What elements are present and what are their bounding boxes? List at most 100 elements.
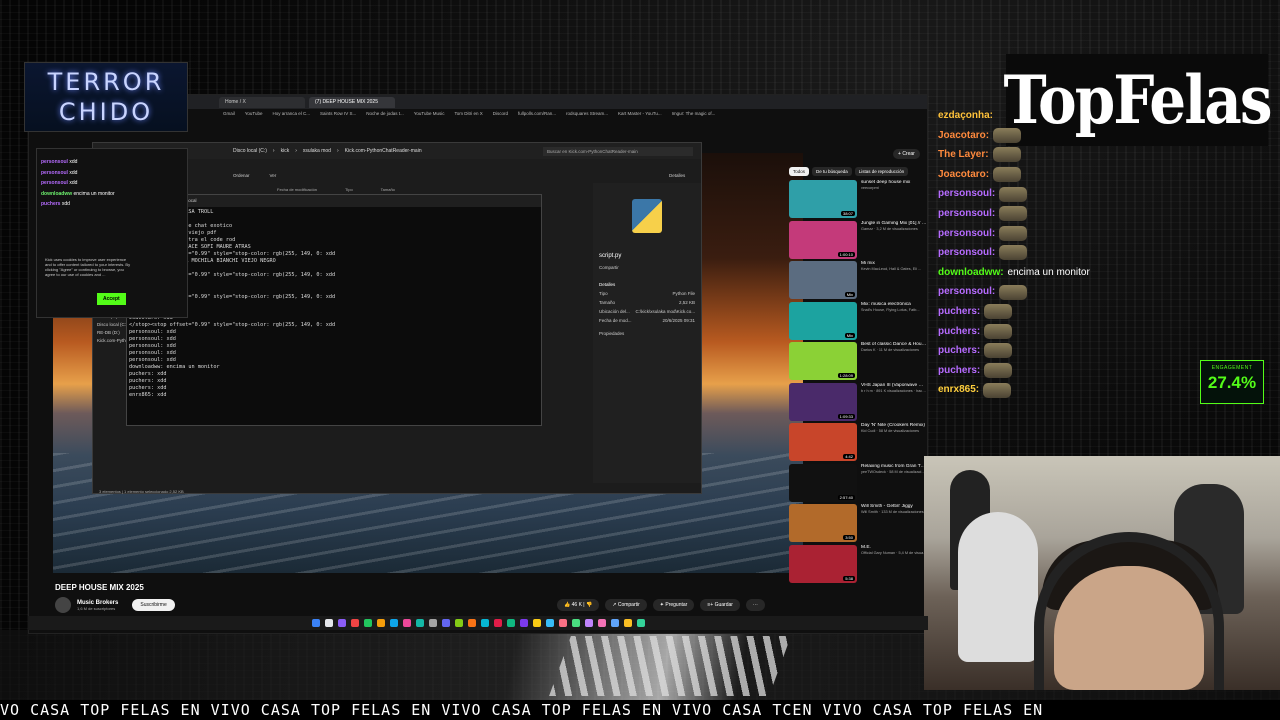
taskbar-app-icon[interactable]	[441, 619, 450, 627]
chat-username[interactable]: personsoul:	[938, 243, 995, 263]
thumbs-down-icon[interactable]: 👎	[586, 602, 592, 608]
chat-username[interactable]: personsoul	[41, 159, 68, 165]
bookmark-link[interactable]: YouTube	[245, 109, 263, 119]
more-button[interactable]: ⋯	[745, 599, 765, 611]
taskbar-app-icon[interactable]	[636, 619, 645, 627]
video-thumbnail[interactable]: 38:07	[789, 180, 857, 218]
recommendation-title[interactable]: VHS Japan III (Vaporwave Mix)	[861, 383, 927, 389]
chat-username[interactable]: personsoul:	[938, 184, 995, 204]
taskbar-app-icon[interactable]	[311, 619, 320, 627]
bookmark-link[interactable]: Tom Ditri en X	[454, 109, 482, 119]
breadcrumb-item[interactable]: xsulaka mod	[303, 148, 331, 154]
recommendation-item[interactable]: 2:57:40 Relaxing music from Gran Turismo …	[789, 463, 929, 504]
bookmark-link[interactable]: Discord	[493, 109, 508, 119]
bookmark-link[interactable]: YouTube Music	[414, 109, 445, 119]
taskbar-app-icon[interactable]	[467, 619, 476, 627]
bookmark-link[interactable]: Kart Master - YouTu...	[618, 109, 662, 119]
chat-username[interactable]: puchers	[41, 201, 60, 207]
chat-username[interactable]: personsoul:	[938, 204, 995, 224]
share-file-button[interactable]: Compartir	[599, 265, 695, 270]
recommendation-item[interactable]: 1:00:10 Jungle in Gaming Mix [01] // PS1,…	[789, 220, 929, 261]
taskbar-app-icon[interactable]	[428, 619, 437, 627]
taskbar-app-icon[interactable]	[493, 619, 502, 627]
chat-username[interactable]: puchers:	[938, 341, 980, 361]
recommendation-title[interactable]: Jungle in Gaming Mix [01] // PS1, N64, X…	[861, 221, 927, 227]
video-thumbnail[interactable]: 2:57:40	[789, 463, 857, 502]
chat-username[interactable]: puchers:	[938, 361, 980, 381]
breadcrumb-item[interactable]: kick	[281, 148, 290, 154]
bookmark-link[interactable]: Noche de jodas t...	[366, 109, 404, 119]
recommendation-item[interactable]: 1:28:09 Best of classic Dance & House 80s…	[789, 342, 929, 382]
taskbar-app-icon[interactable]	[584, 619, 593, 627]
accept-cookies-button[interactable]: Accept	[97, 293, 126, 305]
taskbar-app-icon[interactable]	[623, 619, 632, 627]
recommendation-item[interactable]: Mix Mi mix Kevin MacLeod, Hall & Oates, El…	[789, 261, 929, 301]
recommendation-item[interactable]: 4:42 Day 'N' Nite (Crookers Remix) Kid Cud…	[789, 423, 929, 463]
chat-username[interactable]: The Layer:	[938, 145, 989, 165]
taskbar-app-icon[interactable]	[389, 619, 398, 627]
recommendation-item[interactable]: 5:38 M.E. Official Gary Numan · 5,4 M de v…	[789, 544, 929, 585]
taskbar-app-icon[interactable]	[545, 619, 554, 627]
bookmark-link[interactable]: Imgur: The magic of...	[672, 109, 716, 119]
video-thumbnail[interactable]: 5:38	[789, 544, 857, 583]
breadcrumb-item[interactable]: Kick.com-PythonChatReader-main	[345, 148, 422, 154]
breadcrumb-item[interactable]: Disco local (C:)	[233, 148, 267, 154]
channel-name[interactable]: Music Brokers	[77, 600, 118, 606]
channel-avatar[interactable]	[55, 597, 71, 613]
chat-username[interactable]: enrx865:	[938, 380, 979, 400]
taskbar-app-icon[interactable]	[480, 619, 489, 627]
taskbar-app-icon[interactable]	[402, 619, 411, 627]
bookmark-link[interactable]: fullpolls.com/Ran...	[518, 109, 556, 119]
chat-username[interactable]: personsoul	[41, 170, 68, 176]
taskbar-app-icon[interactable]	[376, 619, 385, 627]
terminal-tab[interactable]: C:\Users\roll\AppData\Local	[127, 195, 541, 207]
chat-username[interactable]: personsoul	[41, 180, 68, 186]
column-date[interactable]: Fecha de modificación	[277, 187, 317, 192]
video-thumbnail[interactable]: 3:50	[789, 504, 857, 542]
save-button[interactable]: ≡+ Guardar	[700, 599, 740, 611]
chat-username[interactable]: puchers:	[938, 302, 980, 322]
video-thumbnail[interactable]: 1:09:33	[789, 382, 857, 421]
taskbar-app-icon[interactable]	[558, 619, 567, 627]
details-toggle[interactable]: Detalles	[669, 173, 685, 178]
chat-username[interactable]: Joacotaro:	[938, 165, 989, 185]
video-thumbnail[interactable]: Mix	[789, 261, 857, 299]
browser-tab[interactable]: Home / X	[219, 96, 305, 108]
recommendation-item[interactable]: 3:50 Will Smith - Gettin' Jiggy Will Smith…	[789, 504, 929, 544]
chat-username[interactable]: puchers:	[938, 322, 980, 342]
chat-username[interactable]: personsoul:	[938, 224, 995, 244]
recommendation-item[interactable]: 1:09:33 VHS Japan III (Vaporwave Mix) b r …	[789, 382, 929, 423]
taskbar-app-icon[interactable]	[350, 619, 359, 627]
taskbar-app-icon[interactable]	[506, 619, 515, 627]
like-button[interactable]: 👍 46 K | 👎	[557, 599, 600, 611]
chat-username[interactable]: downloadww	[41, 191, 72, 197]
chip-from-search[interactable]: De tu búsqueda	[812, 167, 852, 176]
taskbar-app-icon[interactable]	[415, 619, 424, 627]
video-thumbnail[interactable]: 4:42	[789, 423, 857, 461]
taskbar-app-icon[interactable]	[454, 619, 463, 627]
taskbar-app-icon[interactable]	[610, 619, 619, 627]
subscribe-button[interactable]: Suscribirme	[132, 599, 175, 611]
taskbar-app-icon[interactable]	[363, 619, 372, 627]
chat-username[interactable]: Joacotaro:	[938, 126, 989, 146]
column-size[interactable]: Tamaño	[381, 187, 395, 192]
sort-button[interactable]: Ordenar	[233, 173, 250, 178]
video-thumbnail[interactable]: Mix	[789, 301, 857, 340]
taskbar-app-icon[interactable]	[597, 619, 606, 627]
video-thumbnail[interactable]: 1:00:10	[789, 220, 857, 259]
taskbar-app-icon[interactable]	[571, 619, 580, 627]
chat-username[interactable]: ezdaçonha:	[938, 106, 993, 126]
bookmark-link[interactable]: Gmail	[223, 109, 235, 119]
chat-username[interactable]: personsoul:	[938, 282, 995, 302]
recommendation-title[interactable]: Relaxing music from Gran Turismo (#1)	[861, 464, 927, 470]
taskbar-app-icon[interactable]	[337, 619, 346, 627]
bookmark-link[interactable]: rodsquares Stream...	[566, 109, 608, 119]
bookmark-link[interactable]: Saints Row IV S...	[320, 109, 356, 119]
recommendation-item[interactable]: 38:07 sunset deep house mix veecorpmt	[789, 180, 929, 220]
taskbar-app-icon[interactable]	[519, 619, 528, 627]
properties-button[interactable]: Propiedades	[599, 331, 695, 336]
bookmark-link[interactable]: Hoy arranca el C...	[272, 109, 310, 119]
ask-button[interactable]: ✦ Preguntar	[652, 599, 695, 611]
share-button[interactable]: ↗ Compartir	[605, 599, 647, 611]
terminal-window[interactable]: C:\Users\roll\AppData\Local mochosobased…	[126, 194, 542, 426]
